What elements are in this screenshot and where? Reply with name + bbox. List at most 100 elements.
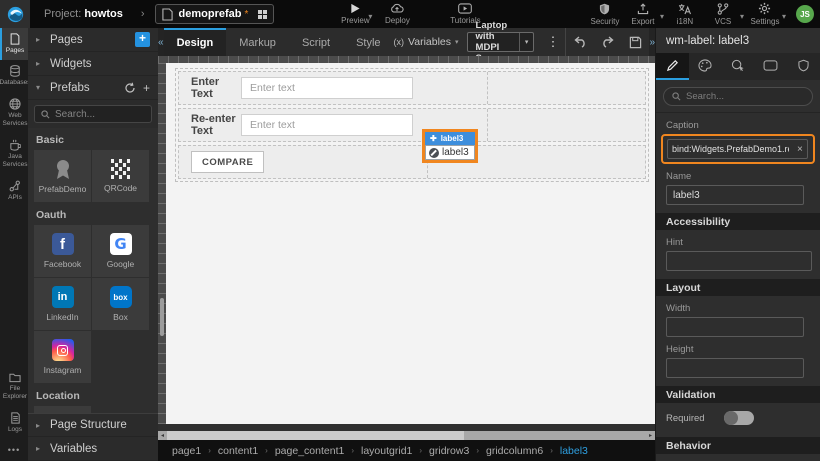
- required-toggle[interactable]: [724, 411, 754, 425]
- refresh-icon[interactable]: [124, 82, 136, 94]
- breadcrumb-gridcolumn6[interactable]: gridcolumn6: [486, 445, 543, 457]
- re-enter-text-label[interactable]: Re-enter Text: [179, 113, 241, 137]
- tab-security[interactable]: [787, 53, 820, 80]
- grid-row-1[interactable]: Enter Text: [178, 71, 646, 105]
- section-accessibility[interactable]: Accessibility: [656, 213, 820, 230]
- prefab-linkedin[interactable]: in LinkedIn: [34, 278, 91, 330]
- sidebar-section-prefabs[interactable]: ▾ Prefabs +: [28, 76, 158, 100]
- security-button[interactable]: Security: [588, 0, 622, 28]
- prefab-prefabdemo[interactable]: PrefabDemo: [34, 150, 91, 202]
- app-grid-icon[interactable]: [258, 10, 267, 19]
- layout-grid[interactable]: Enter Text Re-enter Text COMPARE: [175, 68, 649, 182]
- tab-styles[interactable]: [689, 53, 722, 80]
- prefab-google[interactable]: G Google: [92, 225, 149, 277]
- label3-widget[interactable]: label3: [425, 145, 475, 160]
- tab-design[interactable]: Design: [164, 28, 227, 56]
- rosette-icon: [53, 158, 73, 180]
- prefab-search[interactable]: Search...: [34, 105, 152, 123]
- tab-devices[interactable]: [754, 53, 787, 80]
- breadcrumb-layoutgrid1[interactable]: layoutgrid1: [361, 445, 412, 457]
- breadcrumb-page1[interactable]: page1: [172, 445, 201, 457]
- tab-script[interactable]: Script: [289, 28, 343, 56]
- prefab-facebook[interactable]: f Facebook: [34, 225, 91, 277]
- rail-item-web-services[interactable]: Web Services: [0, 93, 28, 134]
- device-selector[interactable]: Laptop with MDPI Screen ▾: [467, 32, 535, 52]
- vcs-chevron-icon[interactable]: ▾: [740, 12, 744, 21]
- scroll-right-icon[interactable]: ▸: [646, 431, 655, 440]
- properties-tabs: [656, 53, 820, 80]
- clear-caption-icon[interactable]: ×: [793, 144, 807, 155]
- variables-menu[interactable]: (x) Variables ▾: [394, 28, 467, 56]
- add-page-button[interactable]: +: [135, 32, 150, 47]
- name-label: Name: [656, 164, 820, 185]
- prefab-box[interactable]: box Box: [92, 278, 149, 330]
- grid-row-2[interactable]: Re-enter Text: [178, 108, 646, 142]
- redo-button[interactable]: [594, 28, 622, 56]
- section-validation[interactable]: Validation: [656, 386, 820, 403]
- sidebar-section-pages[interactable]: ▸ Pages +: [28, 28, 158, 52]
- export-chevron-icon[interactable]: ▾: [660, 12, 664, 21]
- properties-search[interactable]: Search...: [663, 87, 813, 106]
- name-input[interactable]: [666, 185, 804, 205]
- vertical-scrollbar-thumb[interactable]: [160, 298, 164, 336]
- sidebar-section-page-structure[interactable]: ▸ Page Structure: [28, 413, 158, 437]
- section-behavior[interactable]: Behavior: [656, 437, 820, 454]
- horizontal-scrollbar-thumb[interactable]: [167, 431, 464, 440]
- page-icon: [162, 8, 173, 21]
- width-input[interactable]: [666, 317, 804, 337]
- widget-selection-tab[interactable]: ✚ label3: [425, 132, 475, 145]
- rail-item-databases[interactable]: Databases: [0, 60, 28, 92]
- re-enter-text-input[interactable]: [241, 114, 413, 136]
- enter-text-input[interactable]: [241, 77, 413, 99]
- breadcrumb-gridrow3[interactable]: gridrow3: [429, 445, 469, 457]
- compare-button[interactable]: COMPARE: [191, 151, 264, 173]
- section-layout[interactable]: Layout: [656, 279, 820, 296]
- tab-events[interactable]: [722, 53, 755, 80]
- prefab-qrcode[interactable]: QRCode: [92, 150, 149, 202]
- sidebar-section-widgets[interactable]: ▸ Widgets: [28, 52, 158, 76]
- breadcrumb-label3-current[interactable]: label3: [560, 445, 588, 457]
- rail-item-apis[interactable]: APIs: [0, 175, 28, 207]
- height-input[interactable]: [666, 358, 804, 378]
- preview-button[interactable]: Preview: [338, 0, 372, 28]
- import-prefab-button[interactable]: +: [143, 81, 150, 95]
- page-canvas[interactable]: Enter Text Re-enter Text COMPARE: [166, 63, 655, 424]
- settings-button[interactable]: Settings: [748, 0, 782, 28]
- sidebar-section-variables[interactable]: ▸ Variables: [28, 437, 158, 461]
- tab-properties[interactable]: [656, 53, 689, 80]
- rail-item-logs[interactable]: Logs: [0, 407, 28, 439]
- undo-button[interactable]: [566, 28, 594, 56]
- rail-item-file-explorer[interactable]: File Explorer: [0, 367, 28, 407]
- search-icon: [41, 110, 50, 119]
- hint-input[interactable]: [666, 251, 812, 271]
- prefab-instagram[interactable]: Instagram: [34, 331, 91, 383]
- i18n-button[interactable]: i18N: [668, 0, 702, 28]
- vcs-button[interactable]: VCS: [706, 0, 740, 28]
- prefab-location[interactable]: [34, 406, 91, 413]
- export-button[interactable]: Export: [626, 0, 660, 28]
- app-selector[interactable]: demoprefab *: [155, 4, 275, 24]
- preview-chevron-icon[interactable]: ▾: [368, 12, 372, 21]
- horizontal-scrollbar[interactable]: ◂ ▸: [158, 431, 655, 440]
- top-bar: Project: howtos › demoprefab * Preview ▾…: [0, 0, 820, 28]
- rail-item-pages[interactable]: Pages: [0, 28, 28, 60]
- deploy-button[interactable]: Deploy: [380, 0, 414, 28]
- tab-style[interactable]: Style: [343, 28, 393, 56]
- prefab-label: QRCode: [104, 183, 137, 193]
- enter-text-label[interactable]: Enter Text: [179, 76, 241, 100]
- breadcrumb-content1[interactable]: content1: [218, 445, 258, 457]
- user-avatar[interactable]: JS: [796, 5, 814, 23]
- tab-markup[interactable]: Markup: [226, 28, 289, 56]
- canvas-area: « Design Markup Script Style (x) Variabl…: [158, 28, 655, 461]
- settings-chevron-icon[interactable]: ▾: [782, 12, 786, 21]
- canvas-more-menu[interactable]: ⋮: [540, 28, 566, 56]
- breadcrumb-page-content1[interactable]: page_content1: [275, 445, 344, 457]
- save-button[interactable]: [622, 28, 649, 56]
- caption-input[interactable]: [668, 144, 793, 154]
- rail-item-java-services[interactable]: Java Services: [0, 134, 28, 175]
- rail-more-icon[interactable]: •••: [0, 439, 28, 461]
- scroll-left-icon[interactable]: ◂: [158, 431, 167, 440]
- wavemaker-logo[interactable]: [0, 0, 30, 28]
- grid-row-3[interactable]: COMPARE: [178, 145, 646, 179]
- selected-widget-label3[interactable]: ✚ label3 label3: [422, 129, 478, 163]
